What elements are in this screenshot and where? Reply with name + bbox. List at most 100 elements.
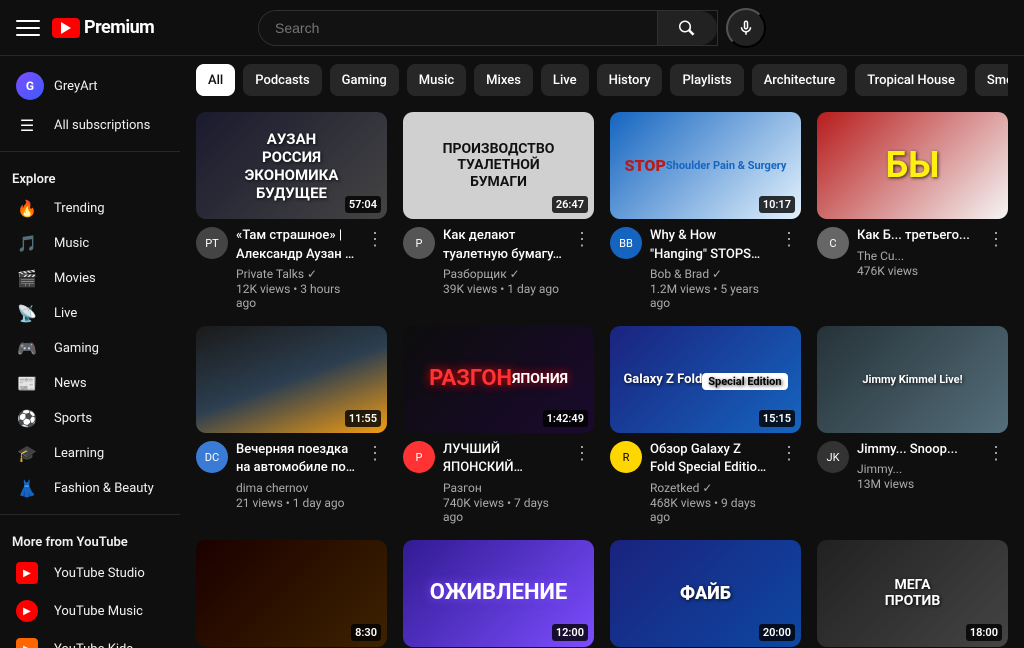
video-card[interactable]: 11:55 DC Вечерняя поездка на автомобиле … <box>196 326 387 524</box>
chip-architecture[interactable]: Architecture <box>752 64 848 96</box>
video-grid: АУЗАНРОССИЯЭКОНОМИКАБУДУЩЕЕ 57:04 PT «Та… <box>196 112 1008 648</box>
menu-button[interactable] <box>16 16 40 40</box>
video-title: Jimmy... Snoop... <box>857 441 976 459</box>
video-card[interactable]: ОЖИВЛЕНИЕ 12:00 Ch Оживление... Channel … <box>403 540 594 648</box>
video-duration: 18:00 <box>966 624 1002 641</box>
video-title: Как делают туалетную бумагу. Производств… <box>443 227 562 263</box>
video-meta: Вечерняя поездка на автомобиле по Москве… <box>236 441 355 509</box>
sidebar-item-trending[interactable]: 🔥 Trending <box>4 191 176 226</box>
search-input[interactable] <box>259 11 657 45</box>
video-info: R Обзор Galaxy Z Fold Special Edition — … <box>610 441 801 523</box>
content-area: All Podcasts Gaming Music Mixes Live His… <box>180 56 1024 648</box>
video-card[interactable]: Galaxy Z FoldSpecial Edition 15:15 R Обз… <box>610 326 801 524</box>
sidebar-item-live[interactable]: 📡 Live <box>4 296 176 331</box>
filter-row: All Podcasts Gaming Music Mixes Live His… <box>196 64 1008 96</box>
chip-playlists[interactable]: Playlists <box>670 64 743 96</box>
video-stats: 21 views • 1 day ago <box>236 496 355 510</box>
chip-gaming[interactable]: Gaming <box>330 64 399 96</box>
sidebar-item-sports[interactable]: ⚽ Sports <box>4 401 176 436</box>
music-icon: 🎵 <box>16 234 38 253</box>
video-meta: Как Б... третьего... The Cu... 476K view… <box>857 227 976 277</box>
video-card[interactable]: ФАЙБ 20:00 F Файб... Channel 11 200K vie… <box>610 540 801 648</box>
chip-jazz[interactable]: Smooth Jazz <box>975 64 1008 96</box>
logo[interactable]: Premium <box>52 17 154 38</box>
video-more-button[interactable]: ⋮ <box>363 227 387 251</box>
video-card[interactable]: МЕГАПРОТИВ 18:00 MP МЕГА ПРОТИВ... МЕГА … <box>817 540 1008 648</box>
fashion-icon: 👗 <box>16 479 38 498</box>
subscriptions-icon: ☰ <box>16 116 38 135</box>
learning-icon: 🎓 <box>16 444 38 463</box>
video-more-button[interactable]: ⋮ <box>570 227 594 251</box>
sidebar-item-studio[interactable]: ▶ YouTube Studio <box>4 554 176 592</box>
chip-music[interactable]: Music <box>407 64 466 96</box>
sidebar-account[interactable]: G GreyArt <box>4 64 176 108</box>
ytkids-icon: ▶ <box>16 638 38 648</box>
chip-all[interactable]: All <box>196 64 235 96</box>
channel-avatar: PT <box>196 227 228 259</box>
mic-button[interactable] <box>726 8 766 48</box>
sidebar-item-news[interactable]: 📰 News <box>4 366 176 401</box>
chip-mixes[interactable]: Mixes <box>474 64 533 96</box>
search-button[interactable] <box>657 11 717 45</box>
video-thumbnail: РАЗГОНЯПОНИЯ 1:42:49 <box>403 326 594 433</box>
video-title: ЛУЧШИЙ ЯПОНСКИЙ АВТОМОБИЛЬ / РАЗГОН <box>443 441 562 477</box>
video-thumbnail: ФАЙБ 20:00 <box>610 540 801 647</box>
video-duration: 12:00 <box>552 624 588 641</box>
sidebar-item-ytkids[interactable]: ▶ YouTube Kids <box>4 630 176 648</box>
video-thumbnail: 8:30 <box>196 540 387 647</box>
video-thumbnail: STOPShoulder Pain & Surgery 10:17 <box>610 112 801 219</box>
learning-label: Learning <box>54 446 104 461</box>
news-label: News <box>54 376 87 391</box>
video-thumbnail: 11:55 <box>196 326 387 433</box>
explore-title: Explore <box>0 160 180 191</box>
video-more-button[interactable]: ⋮ <box>363 441 387 465</box>
gaming-icon: 🎮 <box>16 339 38 358</box>
studio-label: YouTube Studio <box>54 566 145 581</box>
video-more-button[interactable]: ⋮ <box>984 441 1008 465</box>
channel-avatar: DC <box>196 441 228 473</box>
sidebar-divider-1 <box>0 151 180 152</box>
video-more-button[interactable]: ⋮ <box>984 227 1008 251</box>
sports-icon: ⚽ <box>16 409 38 428</box>
video-thumbnail: Galaxy Z FoldSpecial Edition 15:15 <box>610 326 801 433</box>
video-card[interactable]: 8:30 C9 Оживление... Channel 9 10K views… <box>196 540 387 648</box>
video-duration: 26:47 <box>552 196 588 213</box>
sidebar-item-music[interactable]: 🎵 Music <box>4 226 176 261</box>
video-channel: Разгон <box>443 481 562 495</box>
ytmusic-icon: ▶ <box>16 600 38 622</box>
sidebar-item-all-subscriptions[interactable]: ☰ All subscriptions <box>4 108 176 143</box>
video-more-button[interactable]: ⋮ <box>570 441 594 465</box>
video-card[interactable]: ПРОИЗВОДСТВОТУАЛЕТНОЙБУМАГИ 26:47 Р Как … <box>403 112 594 310</box>
video-meta: Jimmy... Snoop... Jimmy... 13M views <box>857 441 976 491</box>
video-stats: 13M views <box>857 477 976 491</box>
sidebar-item-learning[interactable]: 🎓 Learning <box>4 436 176 471</box>
sidebar-item-fashion[interactable]: 👗 Fashion & Beauty <box>4 471 176 506</box>
chip-history[interactable]: History <box>597 64 663 96</box>
sidebar-divider-2 <box>0 514 180 515</box>
more-title: More from YouTube <box>0 523 180 554</box>
video-more-button[interactable]: ⋮ <box>777 441 801 465</box>
sidebar-item-ytmusic[interactable]: ▶ YouTube Music <box>4 592 176 630</box>
trending-icon: 🔥 <box>16 199 38 218</box>
video-meta: Why & How "Hanging" STOPS Shoulder Pain … <box>650 227 769 309</box>
video-card[interactable]: РАЗГОНЯПОНИЯ 1:42:49 Р ЛУЧШИЙ ЯПОНСКИЙ А… <box>403 326 594 524</box>
video-channel: Разборщик ✓ <box>443 267 562 281</box>
chip-live[interactable]: Live <box>541 64 589 96</box>
channel-avatar: R <box>610 441 642 473</box>
video-thumbnail: БЫ <box>817 112 1008 219</box>
video-card[interactable]: STOPShoulder Pain & Surgery 10:17 BB Why… <box>610 112 801 310</box>
main-layout: G GreyArt ☰ All subscriptions Explore 🔥 … <box>0 56 1024 648</box>
video-card[interactable]: Jimmy Kimmel Live! JK Jimmy... Snoop... … <box>817 326 1008 524</box>
sidebar-item-movies[interactable]: 🎬 Movies <box>4 261 176 296</box>
sidebar-item-gaming[interactable]: 🎮 Gaming <box>4 331 176 366</box>
video-info: DC Вечерняя поездка на автомобиле по Мос… <box>196 441 387 509</box>
video-card[interactable]: АУЗАНРОССИЯЭКОНОМИКАБУДУЩЕЕ 57:04 PT «Та… <box>196 112 387 310</box>
channel-avatar: Р <box>403 441 435 473</box>
video-channel: Private Talks ✓ <box>236 267 355 281</box>
video-card[interactable]: БЫ C Как Б... третьего... The Cu... 476K… <box>817 112 1008 310</box>
video-more-button[interactable]: ⋮ <box>777 227 801 251</box>
chip-tropical[interactable]: Tropical House <box>855 64 967 96</box>
chip-podcasts[interactable]: Podcasts <box>243 64 321 96</box>
video-stats: 468K views • 9 days ago <box>650 496 769 524</box>
video-duration: 1:42:49 <box>543 410 588 427</box>
